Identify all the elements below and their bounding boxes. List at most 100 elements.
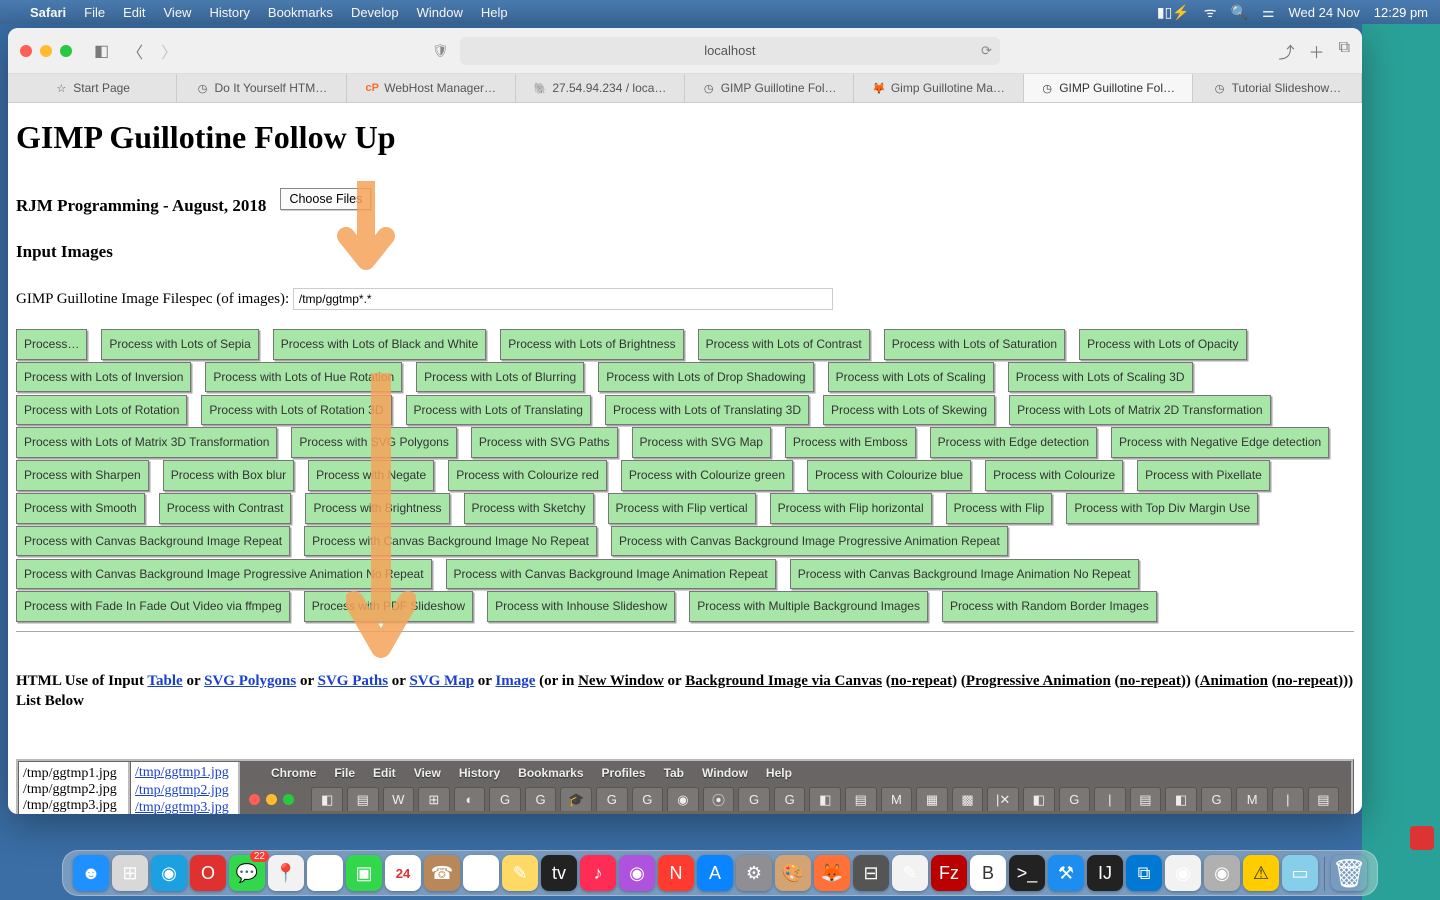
process-button[interactable]: Process with Flip vertical — [608, 493, 756, 524]
process-button[interactable]: Process with Lots of Scaling — [828, 362, 994, 393]
menu-bookmarks[interactable]: Bookmarks — [268, 5, 333, 20]
dock-app-chrome[interactable]: ◉ — [1165, 855, 1201, 891]
browser-tab[interactable]: ◷GIMP Guillotine Fol… — [685, 74, 854, 102]
link-animation[interactable]: Animation — [1200, 673, 1268, 689]
browser-tab[interactable]: ◷GIMP Guillotine Fol… — [1024, 74, 1193, 102]
dock-app-filezilla[interactable]: Fz — [931, 855, 967, 891]
dock-app-preferences[interactable]: ⚙ — [736, 855, 772, 891]
dock-app-warn[interactable]: ⚠ — [1243, 855, 1279, 891]
process-button[interactable]: Process with Multiple Background Images — [689, 591, 928, 622]
dock-app-notes[interactable]: ✎ — [502, 855, 538, 891]
menu-view[interactable]: View — [164, 5, 192, 20]
menubar-time[interactable]: 12:29 pm — [1374, 5, 1428, 20]
dock-app-facetime[interactable]: ▣ — [346, 855, 382, 891]
browser-tab[interactable]: ☆Start Page — [8, 74, 177, 102]
dock-app-terminal[interactable]: >_ — [1009, 855, 1045, 891]
process-button[interactable]: Process with Colourize blue — [807, 460, 971, 491]
browser-tab[interactable]: ◷Do It Yourself HTM… — [177, 74, 346, 102]
process-button[interactable]: Process with Lots of Drop Shadowing — [598, 362, 813, 393]
dock-app-paint[interactable]: 🎨 — [775, 855, 811, 891]
dock-app-calendar[interactable]: 24 — [385, 855, 421, 891]
dock-app-music[interactable]: ♪ — [580, 855, 616, 891]
control-center-icon[interactable]: ⚌ — [1262, 4, 1275, 21]
process-button[interactable]: Process with Lots of Rotation 3D — [201, 395, 391, 426]
menu-develop[interactable]: Develop — [351, 5, 399, 20]
process-button[interactable]: Process with Lots of Brightness — [500, 329, 683, 360]
menu-history[interactable]: History — [209, 5, 249, 20]
process-button[interactable]: Process with Canvas Background Image Rep… — [16, 526, 290, 557]
menu-file[interactable]: File — [84, 5, 105, 20]
process-button[interactable]: Process with Negative Edge detection — [1111, 427, 1329, 458]
process-button[interactable]: Process with Brightness — [305, 493, 449, 524]
process-button[interactable]: Process with Lots of Matrix 3D Transform… — [16, 427, 277, 458]
dock-app-contacts[interactable]: ☎ — [424, 855, 460, 891]
process-button[interactable]: Process with Fade In Fade Out Video via … — [16, 591, 290, 622]
spotlight-icon[interactable]: 🔍 — [1231, 4, 1248, 21]
menu-edit[interactable]: Edit — [123, 5, 145, 20]
minimize-window-button[interactable] — [40, 45, 52, 57]
share-icon[interactable]: ⤴ — [1279, 39, 1295, 63]
process-button[interactable]: Process with Lots of Inversion — [16, 362, 191, 393]
process-button[interactable]: Process with Lots of Translating — [406, 395, 591, 426]
link-bg-canvas[interactable]: Background Image via Canvas — [685, 673, 882, 689]
process-button[interactable]: Process with Canvas Background Image Ani… — [790, 559, 1139, 590]
process-button[interactable]: Process with Canvas Background Image Ani… — [446, 559, 776, 590]
link-svg-polygons[interactable]: SVG Polygons — [204, 673, 296, 689]
process-button[interactable]: Process with Emboss — [785, 427, 916, 458]
dock-app-maps[interactable]: 📍 — [268, 855, 304, 891]
dock-app-stickies[interactable]: ▭ — [1282, 855, 1318, 891]
process-button[interactable]: Process with Lots of Scaling 3D — [1008, 362, 1193, 393]
process-button[interactable]: Process with Lots of Skewing — [823, 395, 995, 426]
process-button[interactable]: Process with Flip — [946, 493, 1053, 524]
process-button[interactable]: Process with SVG Map — [632, 427, 771, 458]
dock-app-xcode[interactable]: ⚒ — [1048, 855, 1084, 891]
process-button[interactable]: Process with Negate — [308, 460, 434, 491]
app-menu[interactable]: Safari — [30, 5, 66, 20]
process-button[interactable]: Process with Sharpen — [16, 460, 149, 491]
process-button[interactable]: Process with Lots of Rotation — [16, 395, 187, 426]
link-new-window[interactable]: New Window — [578, 673, 664, 689]
dock-app-brackets[interactable]: B — [970, 855, 1006, 891]
process-button[interactable]: Process with Canvas Background Image Pro… — [16, 559, 432, 590]
process-button[interactable]: Process with Colourize red — [448, 460, 607, 491]
process-button[interactable]: Process with Lots of Opacity — [1079, 329, 1246, 360]
process-button[interactable]: Process with SVG Paths — [471, 427, 618, 458]
process-button[interactable]: Process with Canvas Background Image Pro… — [611, 526, 1008, 557]
privacy-shield-icon[interactable]: 🛡 — [432, 43, 449, 59]
process-button[interactable]: Process with Colourize — [985, 460, 1123, 491]
wifi-icon[interactable]: ᯤ — [1204, 3, 1217, 22]
dock-app-podcasts[interactable]: ◉ — [619, 855, 655, 891]
process-button[interactable]: Process with Lots of Saturation — [884, 329, 1065, 360]
dock-app-tv[interactable]: tv — [541, 855, 577, 891]
process-button[interactable]: Process with Inhouse Slideshow — [487, 591, 675, 622]
link-table[interactable]: Table — [147, 673, 182, 689]
dock-trash[interactable]: 🗑 — [1331, 855, 1367, 891]
dock-app-photos[interactable]: ✿ — [307, 855, 343, 891]
back-button-icon[interactable]: 〈 — [123, 37, 147, 65]
dock-app-textedit[interactable]: ✎ — [892, 855, 928, 891]
process-button[interactable]: Process with Flip horizontal — [770, 493, 932, 524]
process-button[interactable]: Process with Contrast — [159, 493, 292, 524]
process-button[interactable]: Process with Random Border Images — [942, 591, 1157, 622]
reload-icon[interactable]: ⟳ — [981, 43, 992, 59]
dock-app-calculator[interactable]: ⊟ — [853, 855, 889, 891]
dock-app-reminders[interactable]: ≣ — [463, 855, 499, 891]
link-progressive-animation[interactable]: Progressive Animation — [966, 673, 1111, 689]
link-no-repeat-3[interactable]: no-repeat — [1277, 673, 1338, 689]
process-button[interactable]: Process with Smooth — [16, 493, 145, 524]
dock-app-news[interactable]: N — [658, 855, 694, 891]
browser-tab[interactable]: cPWebHost Manager… — [347, 74, 516, 102]
close-window-button[interactable] — [20, 45, 32, 57]
filespec-input[interactable] — [293, 288, 833, 310]
dock-app-finder[interactable]: ☻ — [73, 855, 109, 891]
address-bar[interactable]: 🛡 localhost ⟳ — [460, 37, 1000, 65]
fullscreen-window-button[interactable] — [60, 45, 72, 57]
dock-app-firefox[interactable]: 🦊 — [814, 855, 850, 891]
browser-tab[interactable]: 🦊Gimp Guillotine Ma… — [854, 74, 1023, 102]
file-path-link[interactable]: /tmp/ggtmp3.jpg — [135, 799, 234, 814]
link-no-repeat-2[interactable]: no-repeat — [1120, 673, 1181, 689]
process-button[interactable]: Process with Edge detection — [930, 427, 1097, 458]
file-path-link[interactable]: /tmp/ggtmp1.jpg — [135, 764, 234, 782]
dock-app-opera[interactable]: O — [190, 855, 226, 891]
choose-files-button[interactable]: Choose Files — [280, 188, 371, 210]
